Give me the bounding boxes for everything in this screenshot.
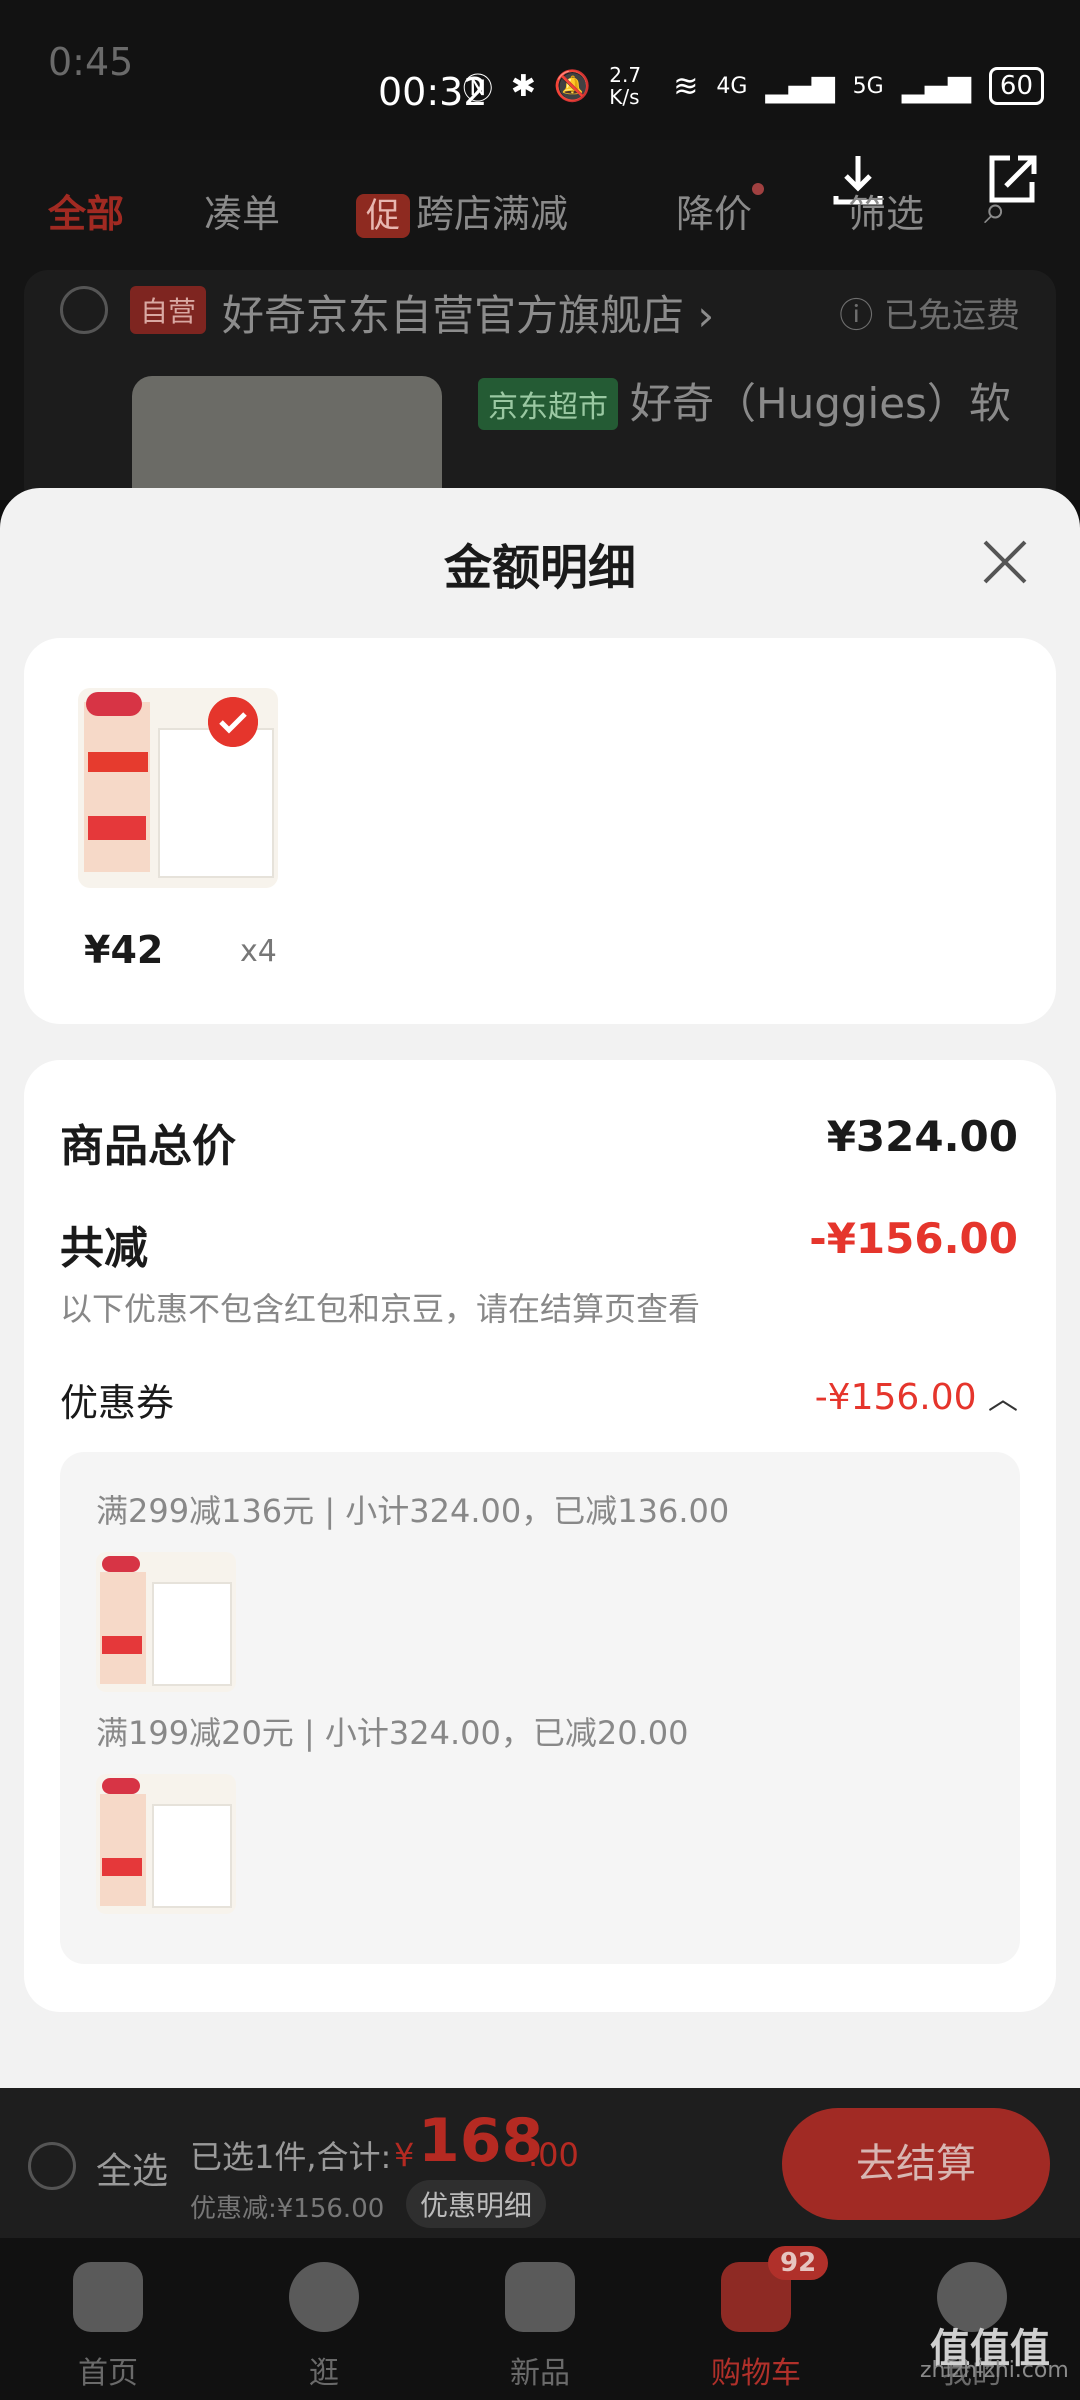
tab-price-drop-label: 降价 xyxy=(676,191,753,236)
huggies-logo xyxy=(102,1556,140,1572)
discount-value: -¥156.00 xyxy=(809,1214,1018,1263)
store-name[interactable]: 好奇京东自营官方旗舰店 › xyxy=(222,282,714,343)
chevron-up-icon: ︿ xyxy=(988,1382,1018,1417)
network-5g: 5G xyxy=(852,73,884,99)
package-front xyxy=(152,1804,232,1908)
signal-icon-2: ▂▄▆ xyxy=(901,68,971,104)
status-bar: 0:45 00:32 Ⓝ ✱ 🔕 2.7 K/s ≋ 4G ▂▄▆ 5G ▂▄▆… xyxy=(0,0,1080,140)
select-all-radio[interactable] xyxy=(28,2142,76,2190)
cart-count-badge: 92 xyxy=(768,2246,829,2280)
package-label xyxy=(88,752,148,772)
total-amount: 168 xyxy=(418,2106,544,2176)
selected-count: 已选1件,合计: xyxy=(190,2138,392,2176)
cube-icon xyxy=(505,2262,575,2332)
mute-icon: 🔕 xyxy=(553,68,592,104)
tab-cross-store-label: 跨店满减 xyxy=(416,191,569,236)
coupon-value: -¥156.00 xyxy=(814,1377,977,1418)
coupon-product-image xyxy=(96,1552,236,1692)
selected-check-icon xyxy=(208,697,258,747)
nav-cart[interactable]: 购物车 xyxy=(676,2262,836,2392)
total-label: 商品总价 xyxy=(60,1121,236,1172)
package-label xyxy=(102,1636,142,1654)
store-card: 自营 好奇京东自营官方旗舰店 › ⓘ 已免运费 京东超市 好奇（Huggies）… xyxy=(24,270,1056,516)
home-icon xyxy=(73,2262,143,2332)
tab-price-drop[interactable]: 降价 xyxy=(676,182,765,238)
self-operated-tag: 自营 xyxy=(130,286,207,334)
coupon-product-image xyxy=(96,1774,236,1914)
ghost-time: 0:45 xyxy=(48,40,134,84)
discount-note: 以下优惠不包含红包和京豆，请在结算页查看 xyxy=(60,1290,701,1328)
nav-browse[interactable]: 逛 xyxy=(244,2262,404,2392)
tab-filter[interactable]: 筛选 xyxy=(848,183,924,238)
currency-symbol: ¥ xyxy=(394,2136,415,2174)
total-decimal: .00 xyxy=(528,2136,579,2174)
discount-subtotal: 优惠减:¥156.00 xyxy=(190,2194,385,2224)
nav-cart-label: 购物车 xyxy=(711,2356,801,2391)
package-label xyxy=(102,1858,142,1876)
product-price: ¥42 xyxy=(84,928,164,972)
search-icon[interactable]: ⌕ xyxy=(984,187,1006,233)
nav-browse-label: 逛 xyxy=(309,2356,339,2391)
select-all-label[interactable]: 全选 xyxy=(96,2142,168,2194)
package-side xyxy=(100,1794,146,1906)
tab-bundle[interactable]: 凑单 xyxy=(204,183,280,238)
nav-home[interactable]: 首页 xyxy=(28,2262,188,2392)
package-front xyxy=(158,728,274,878)
signal-icon: ▂▄▆ xyxy=(765,68,835,104)
sheet-title: 金额明细 xyxy=(443,540,636,596)
shipping-status: ⓘ 已免运费 xyxy=(839,296,1020,336)
new-dot xyxy=(752,182,765,195)
huggies-logo xyxy=(102,1778,140,1794)
coupon-toggle[interactable]: -¥156.00 ︿ xyxy=(815,1374,1018,1418)
browse-icon xyxy=(289,2262,359,2332)
coupon-rule: 满299减136元 | 小计324.00，已减136.00 xyxy=(96,1492,730,1530)
checkout-button[interactable]: 去结算 xyxy=(782,2108,1050,2220)
status-icons: Ⓝ ✱ 🔕 2.7 K/s ≋ 4G ▂▄▆ 5G ▂▄▆ 60 xyxy=(463,64,1044,108)
package-side xyxy=(84,702,150,872)
package-front xyxy=(152,1582,232,1686)
promo-badge: 促 xyxy=(356,193,410,238)
store-select-radio[interactable] xyxy=(60,286,108,334)
network-4g: 4G xyxy=(716,73,748,99)
bluetooth-icon: ✱ xyxy=(510,68,536,104)
total-value: ¥324.00 xyxy=(826,1112,1018,1161)
coupon-rule: 满199减20元 | 小计324.00，已减20.00 xyxy=(96,1714,689,1752)
wifi-icon: ≋ xyxy=(673,68,699,104)
discount-detail-button[interactable]: 优惠明细 xyxy=(406,2180,547,2228)
discount-label: 共减 xyxy=(60,1223,148,1274)
tab-cross-store[interactable]: 促跨店满减 xyxy=(356,183,568,238)
coupon-label: 优惠券 xyxy=(60,1381,175,1425)
nav-home-label: 首页 xyxy=(78,2356,138,2391)
cart-tabs: 全部 凑单 促跨店满减 降价 筛选 ⌕ xyxy=(0,165,1080,255)
battery-indicator: 60 xyxy=(988,67,1044,105)
net-speed: 2.7 K/s xyxy=(609,63,642,109)
product-quantity: x4 xyxy=(240,934,277,969)
product-title[interactable]: 好奇（Huggies）软 xyxy=(630,370,1011,431)
jd-supermarket-tag: 京东超市 xyxy=(478,378,618,430)
package-side xyxy=(100,1572,146,1684)
nfc-icon: Ⓝ xyxy=(462,72,493,107)
tab-all[interactable]: 全部 xyxy=(48,183,124,238)
huggies-logo xyxy=(86,692,142,716)
watermark-domain: zhizhizhi.com xyxy=(920,2358,1069,2383)
close-icon[interactable] xyxy=(975,532,1035,592)
nav-new-label: 新品 xyxy=(510,2356,570,2391)
nav-new[interactable]: 新品 xyxy=(460,2262,620,2392)
package-label xyxy=(88,816,146,840)
